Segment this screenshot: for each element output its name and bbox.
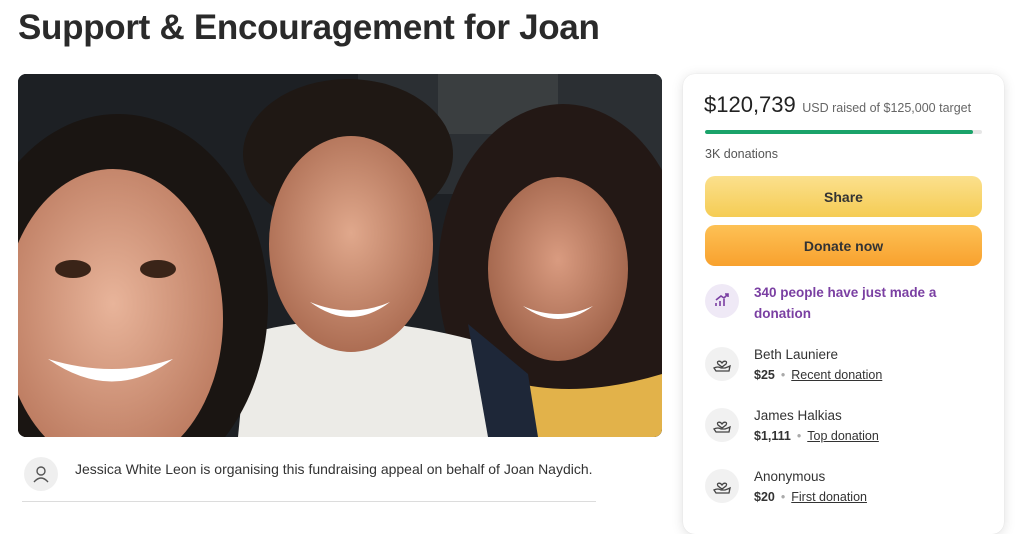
recent-donation-link[interactable]: Recent donation <box>791 368 882 382</box>
donor-item: Beth Launiere $25 • Recent donation <box>705 347 995 382</box>
donor-amount: $20 <box>754 490 775 504</box>
donate-now-button[interactable]: Donate now <box>705 225 982 266</box>
heart-hand-icon <box>705 469 739 503</box>
progress-fill <box>705 130 973 134</box>
user-icon <box>24 457 58 491</box>
raised-target: USD raised of $125,000 target <box>802 101 972 115</box>
recent-activity: 340 people have just made a donation <box>705 284 995 324</box>
raised-amount: $120,739 <box>704 92 796 117</box>
donor-name: James Halkias <box>754 408 842 423</box>
donor-item: Anonymous $20 • First donation <box>705 469 995 504</box>
top-donation-link[interactable]: Top donation <box>807 429 879 443</box>
first-donation-link[interactable]: First donation <box>791 490 867 504</box>
donations-count: 3K donations <box>705 147 778 161</box>
campaign-photo <box>18 74 662 437</box>
organiser-text: Jessica White Leon is organising this fu… <box>75 461 593 477</box>
donor-name: Anonymous <box>754 469 826 484</box>
heart-hand-icon <box>705 408 739 442</box>
organiser-row: Jessica White Leon is organising this fu… <box>22 447 596 502</box>
donor-item: James Halkias $1,111 • Top donation <box>705 408 995 443</box>
share-button[interactable]: Share <box>705 176 982 217</box>
page-title: Support & Encouragement for Joan <box>18 8 600 47</box>
donor-amount: $25 <box>754 368 775 382</box>
donation-card: $120,739 USD raised of $125,000 target 3… <box>683 74 1004 534</box>
heart-hand-icon <box>705 347 739 381</box>
trending-up-icon <box>705 284 739 318</box>
donor-amount: $1,111 <box>754 429 791 443</box>
separator-dot: • <box>780 490 786 504</box>
separator-dot: • <box>796 429 802 443</box>
raised-summary: $120,739 USD raised of $125,000 target <box>704 92 971 118</box>
activity-text: 340 people have just made a donation <box>754 285 937 321</box>
separator-dot: • <box>780 368 786 382</box>
donor-name: Beth Launiere <box>754 347 839 362</box>
progress-bar <box>705 130 982 134</box>
